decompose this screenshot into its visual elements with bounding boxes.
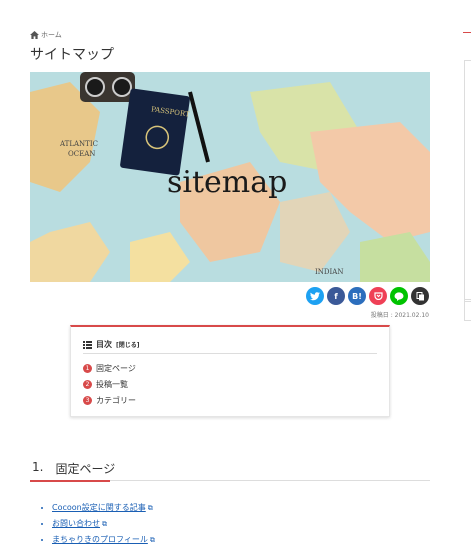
toc-item-number: 3 — [83, 395, 92, 405]
home-icon — [30, 31, 39, 39]
twitter-share-button[interactable] — [306, 287, 324, 305]
post-date: 投稿日 : 2021.02.10 — [370, 312, 429, 319]
twitter-icon — [310, 291, 320, 300]
share-buttons: f B! — [306, 287, 429, 305]
toc-list: 1 固定ページ 2 投稿一覧 3 カテゴリー — [83, 360, 136, 408]
svg-text:ATLANTIC: ATLANTIC — [59, 140, 98, 148]
section-title: 固定ページ — [55, 462, 116, 476]
list-item: Cocoon設定に関する記事⧉ — [52, 502, 155, 518]
page-links: Cocoon設定に関する記事⧉お問い合わせ⧉まちゃりきのプロフィール⧉ — [38, 502, 155, 550]
toc-item-number: 2 — [83, 379, 92, 389]
toc-item-link[interactable]: カテゴリー — [96, 395, 136, 406]
facebook-share-button[interactable]: f — [327, 287, 345, 305]
page-link[interactable]: まちゃりきのプロフィール — [52, 535, 148, 544]
toc-item[interactable]: 3 カテゴリー — [83, 392, 136, 408]
breadcrumb-home-link[interactable]: ホーム — [41, 30, 62, 40]
hero-caption: sitemap — [167, 165, 287, 200]
toc-item-link[interactable]: 投稿一覧 — [96, 379, 128, 390]
copy-share-button[interactable] — [411, 287, 429, 305]
list-icon — [83, 340, 92, 349]
svg-text:INDIAN: INDIAN — [315, 268, 343, 276]
svg-text:OCEAN: OCEAN — [68, 150, 95, 158]
breadcrumb: ホーム — [30, 30, 62, 40]
toc-divider — [83, 353, 377, 354]
toc-item[interactable]: 1 固定ページ — [83, 360, 136, 376]
toc-item[interactable]: 2 投稿一覧 — [83, 376, 136, 392]
section-accent — [30, 480, 110, 482]
section-number: 1. — [32, 460, 44, 474]
page-title: サイトマップ — [30, 47, 114, 63]
line-icon — [394, 291, 404, 301]
table-of-contents: 目次 [閉じる] 1 固定ページ 2 投稿一覧 3 カテゴリー — [70, 325, 390, 417]
list-item: お問い合わせ⧉ — [52, 518, 155, 534]
external-link-icon: ⧉ — [147, 504, 153, 512]
external-link-icon: ⧉ — [102, 520, 107, 528]
page-link[interactable]: お問い合わせ — [52, 519, 100, 528]
toc-item-link[interactable]: 固定ページ — [96, 363, 136, 374]
pocket-share-button[interactable] — [369, 287, 387, 305]
pocket-icon — [373, 292, 383, 300]
list-item: まちゃりきのプロフィール⧉ — [52, 534, 155, 550]
toc-header: 目次 [閉じる] — [83, 339, 140, 350]
hatena-share-button[interactable]: B! — [348, 287, 366, 305]
external-link-icon: ⧉ — [149, 536, 155, 544]
page-link[interactable]: Cocoon設定に関する記事 — [52, 503, 146, 512]
sidebar-widget-2 — [464, 299, 471, 321]
line-share-button[interactable] — [390, 287, 408, 305]
toc-toggle[interactable]: [閉じる] — [116, 340, 140, 349]
section-heading: 1. 固定ページ — [30, 460, 432, 477]
toc-title: 目次 — [96, 340, 112, 349]
sidebar-widget — [464, 60, 471, 302]
copy-icon — [416, 291, 424, 300]
toc-item-number: 1 — [83, 363, 92, 373]
hero-image: PASSPORT ATLANTIC OCEAN INDIAN sitemap — [30, 72, 430, 282]
sidebar-accent — [463, 32, 471, 33]
